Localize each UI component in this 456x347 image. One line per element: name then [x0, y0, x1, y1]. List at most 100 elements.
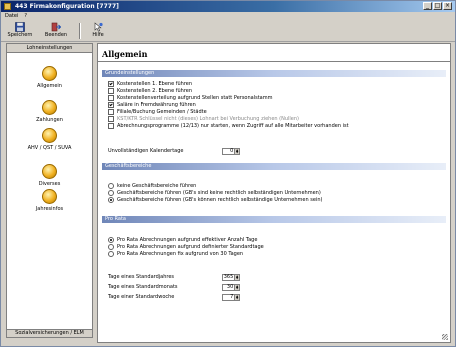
sidebar-item-label: Zahlungen [36, 117, 63, 123]
option-label: Geschäftsbereiche führen (GB's sind kein… [117, 190, 321, 196]
section-header-pro-rata: Pro Rata [102, 216, 446, 223]
option-row[interactable]: Kostenstellen 2. Ebene führen [108, 88, 192, 94]
resize-grip-icon[interactable] [442, 334, 448, 340]
exit-door-icon [51, 22, 61, 32]
maximize-button[interactable]: □ [433, 2, 442, 10]
option-label: keine Geschäftsbereiche führen [117, 183, 197, 189]
spin-arrows-icon[interactable]: ▲ ▼ [234, 149, 239, 154]
app-icon [4, 3, 11, 10]
option-label: Geschäftsbereiche führen (GB's können re… [117, 197, 323, 203]
option-radio[interactable] [108, 183, 114, 189]
option-row[interactable]: Abrechnungsprogramme (12/13) nur starten… [108, 123, 349, 129]
standard-month-stepper[interactable]: 30 ▲ ▼ [222, 284, 240, 291]
option-row[interactable]: Filiale/Buchung Gemeinden / Städte [108, 109, 207, 115]
sidebar-item-ahv-qst-suva[interactable]: AHV / QST / SUVA [7, 128, 92, 151]
option-label: Pro Rata Abrechnungen aufgrund effektive… [117, 237, 258, 243]
sidebar-item-jahresinfos[interactable]: Jahresinfos [7, 189, 92, 212]
option-label: Pro Rata Abrechnungen aufgrund definiert… [117, 244, 264, 250]
sidebar-item-diverses[interactable]: Diverses [7, 164, 92, 187]
calendar-days-label: Unvollständigen Kalendertage [108, 148, 184, 154]
sidebar: Lohneinstellungen Allgemein Zahlungen AH… [6, 43, 93, 335]
minimize-button[interactable]: _ [423, 2, 432, 10]
option-checkbox[interactable] [108, 88, 114, 94]
section-header-grundeinstellungen: Grundeinstellungen [102, 70, 446, 77]
standard-week-stepper[interactable]: 7 ▲ ▼ [222, 294, 240, 301]
sidebar-zahlungen-icon [42, 100, 57, 115]
option-row-disabled: KST/KTR Schlüssel nicht (dieses) Lohnart… [108, 116, 299, 122]
sidebar-item-allgemein[interactable]: Allgemein [7, 66, 92, 89]
option-row[interactable]: Pro Rata Abrechnungen fix aufgrund von 3… [108, 251, 243, 257]
title-bar[interactable]: 443 Firmakonfiguration [7777] _ □ × [1, 1, 455, 12]
option-label: Kostenstellen 1. Ebene führen [117, 81, 193, 87]
window-title: 443 Firmakonfiguration [7777] [15, 3, 119, 10]
exit-label: Beenden [44, 32, 68, 38]
option-row[interactable]: keine Geschäftsbereiche führen [108, 183, 196, 189]
option-label: Saläre in Fremdwährung führen [117, 102, 196, 108]
sidebar-item-label: AHV / QST / SUVA [27, 145, 72, 151]
floppy-disk-icon [15, 22, 25, 32]
save-label: Speichern [7, 32, 33, 38]
help-pointer-icon [94, 22, 103, 32]
help-label: Hilfe [92, 32, 104, 38]
sidebar-jahresinfos-icon [42, 189, 57, 204]
main-panel: Allgemein Grundeinstellungen Kostenstell… [97, 43, 451, 343]
menu-bar: Datei ? [1, 12, 455, 20]
option-radio[interactable] [108, 244, 114, 250]
option-checkbox [108, 116, 114, 122]
option-label: Pro Rata Abrechnungen fix aufgrund von 3… [117, 251, 244, 257]
window-controls: _ □ × [423, 2, 452, 10]
option-label: Abrechnungsprogramme (12/13) nur starten… [117, 123, 349, 129]
spin-arrows-icon[interactable]: ▲ ▼ [234, 295, 239, 300]
option-radio[interactable] [108, 190, 114, 196]
option-radio[interactable] [108, 251, 114, 257]
menu-datei[interactable]: Datei [5, 12, 18, 20]
tab-sozialversicherungen[interactable]: Sozialversicherungen / ELM [6, 329, 93, 338]
standard-week-label: Tage einer Standardwoche [108, 294, 175, 300]
page-title: Allgemein [102, 49, 148, 59]
sidebar-allgemein-icon [42, 66, 57, 81]
standard-month-value: 30 [226, 284, 234, 290]
option-radio[interactable] [108, 197, 114, 203]
standard-year-label: Tage eines Standardjahres [108, 274, 175, 280]
standard-month-label: Tage eines Standardmonats [108, 284, 178, 290]
sidebar-item-label: Diverses [38, 181, 61, 187]
option-row[interactable]: Pro Rata Abrechnungen aufgrund definiert… [108, 244, 264, 250]
tab-lohneinstellungen[interactable]: Lohneinstellungen [7, 44, 92, 53]
close-button[interactable]: × [443, 2, 452, 10]
title-divider [98, 61, 450, 62]
calendar-days-stepper[interactable]: 0 ▲ ▼ [222, 148, 240, 155]
option-checkbox[interactable] [108, 109, 114, 115]
save-button[interactable]: Speichern [5, 21, 35, 40]
calendar-days-value: 0 [230, 148, 234, 154]
option-label: KST/KTR Schlüssel nicht (dieses) Lohnart… [117, 116, 300, 122]
option-row[interactable]: Kostenstellenverteilung aufgrund Stellen… [108, 95, 272, 101]
sidebar-diverses-icon [42, 164, 57, 179]
help-button[interactable]: Hilfe [87, 21, 109, 40]
sidebar-ahv-icon [42, 128, 57, 143]
spin-arrows-icon[interactable]: ▲ ▼ [234, 285, 239, 290]
option-label: Kostenstellenverteilung aufgrund Stellen… [117, 95, 273, 101]
app-window: 443 Firmakonfiguration [7777] _ □ × Date… [0, 0, 456, 347]
section-header-geschaeftsbereiche: Geschäftsbereiche [102, 163, 446, 170]
option-row[interactable]: Saläre in Fremdwährung führen [108, 102, 196, 108]
standard-year-stepper[interactable]: 365 ▲ ▼ [222, 274, 240, 281]
sidebar-item-label: Jahresinfos [35, 206, 64, 212]
exit-button[interactable]: Beenden [39, 21, 73, 40]
option-checkbox[interactable] [108, 102, 114, 108]
option-row[interactable]: Geschäftsbereiche führen (GB's sind kein… [108, 190, 321, 196]
sidebar-item-zahlungen[interactable]: Zahlungen [7, 100, 92, 123]
option-checkbox[interactable] [108, 95, 114, 101]
spin-arrows-icon[interactable]: ▲ ▼ [234, 275, 239, 280]
sidebar-item-label: Allgemein [37, 83, 62, 89]
option-row[interactable]: Kostenstellen 1. Ebene führen [108, 81, 192, 87]
option-checkbox[interactable] [108, 123, 114, 129]
option-radio[interactable] [108, 237, 114, 243]
option-row[interactable]: Geschäftsbereiche führen (GB's können re… [108, 197, 322, 203]
menu-help[interactable]: ? [24, 12, 27, 20]
option-row[interactable]: Pro Rata Abrechnungen aufgrund effektive… [108, 237, 257, 243]
toolbar-separator [79, 23, 81, 39]
standard-week-value: 7 [230, 294, 234, 300]
option-label: Filiale/Buchung Gemeinden / Städte [117, 109, 207, 115]
option-checkbox[interactable] [108, 81, 114, 87]
toolbar: Speichern Beenden Hilfe [1, 20, 455, 42]
